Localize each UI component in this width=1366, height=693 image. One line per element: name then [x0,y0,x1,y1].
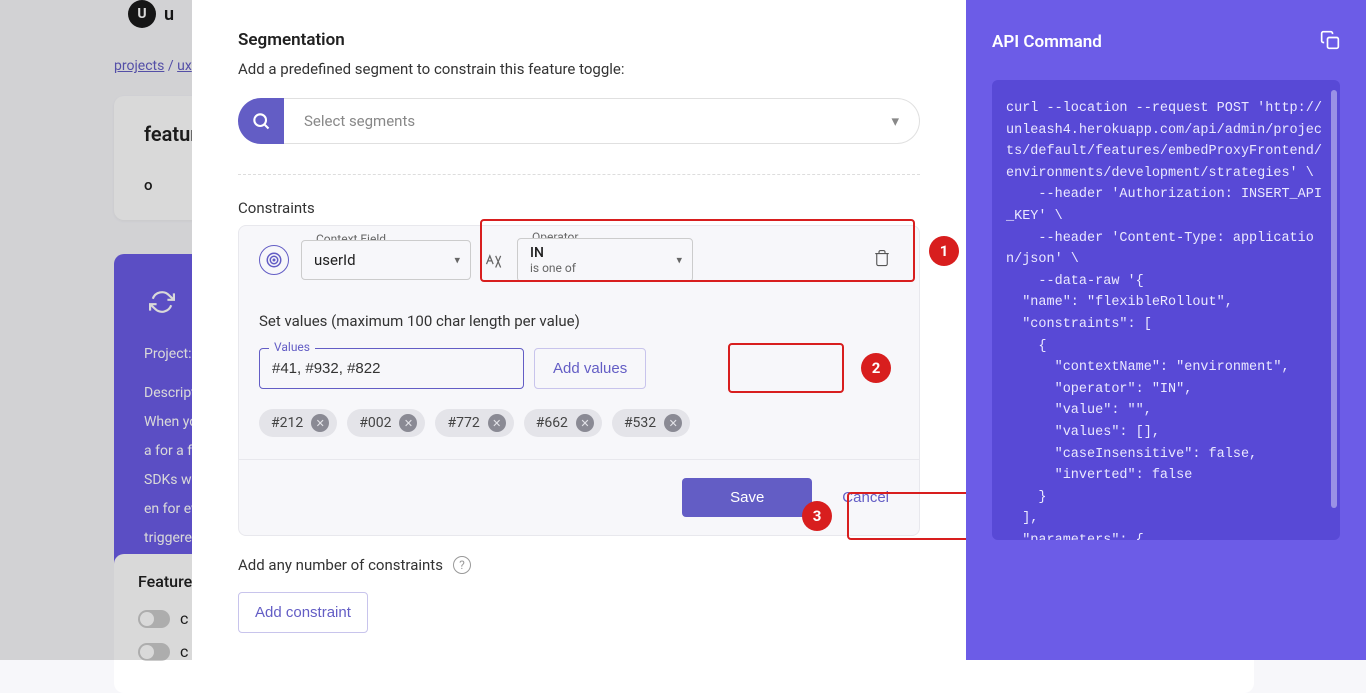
context-field-select[interactable]: userId ▾ [301,240,471,280]
value-chip: #772✕ [435,409,513,437]
values-input[interactable] [259,348,524,389]
copy-icon[interactable] [1320,30,1340,54]
value-chip: #212✕ [259,409,337,437]
save-button[interactable]: Save [682,478,812,517]
search-icon [238,98,284,144]
scrollbar[interactable] [1331,90,1337,508]
segmentation-title: Segmentation [238,30,920,50]
constraints-label: Constraints [238,199,920,217]
any-constraints-label: Add any number of constraints [238,556,443,574]
annotation-badge: 3 [802,501,832,531]
api-command-panel: API Command curl --location --request PO… [966,0,1366,660]
api-code-block[interactable]: curl --location --request POST 'http://u… [992,80,1340,540]
target-icon [259,245,289,275]
select-segments-placeholder: Select segments [304,112,415,130]
annotation-box [480,219,915,282]
annotation-badge: 1 [929,236,959,266]
value-chip: #002✕ [347,409,425,437]
chip-remove-icon[interactable]: ✕ [664,414,682,432]
values-field-label: Values [269,340,315,354]
chevron-down-icon: ▾ [891,112,899,130]
strategy-modal: Segmentation Add a predefined segment to… [192,0,966,660]
segmentation-subtitle: Add a predefined segment to constrain th… [238,60,920,78]
chevron-down-icon: ▾ [454,254,460,267]
annotation-box [847,492,966,540]
add-constraint-button[interactable]: Add constraint [238,592,368,633]
value-chip: #532✕ [612,409,690,437]
context-field-value: userId [314,251,356,269]
set-values-label: Set values (maximum 100 char length per … [259,312,899,330]
annotation-box [728,343,844,393]
annotation-badge: 2 [861,353,891,383]
value-chips: #212✕ #002✕ #772✕ #662✕ #532✕ [259,409,899,437]
chip-remove-icon[interactable]: ✕ [399,414,417,432]
value-chip: #662✕ [524,409,602,437]
api-command-title: API Command [992,32,1102,52]
chip-remove-icon[interactable]: ✕ [488,414,506,432]
help-icon[interactable]: ? [453,556,471,574]
chip-remove-icon[interactable]: ✕ [576,414,594,432]
divider [238,174,920,175]
select-segments-dropdown[interactable]: Select segments ▾ [284,98,920,144]
add-values-button[interactable]: Add values [534,348,646,389]
chip-remove-icon[interactable]: ✕ [311,414,329,432]
